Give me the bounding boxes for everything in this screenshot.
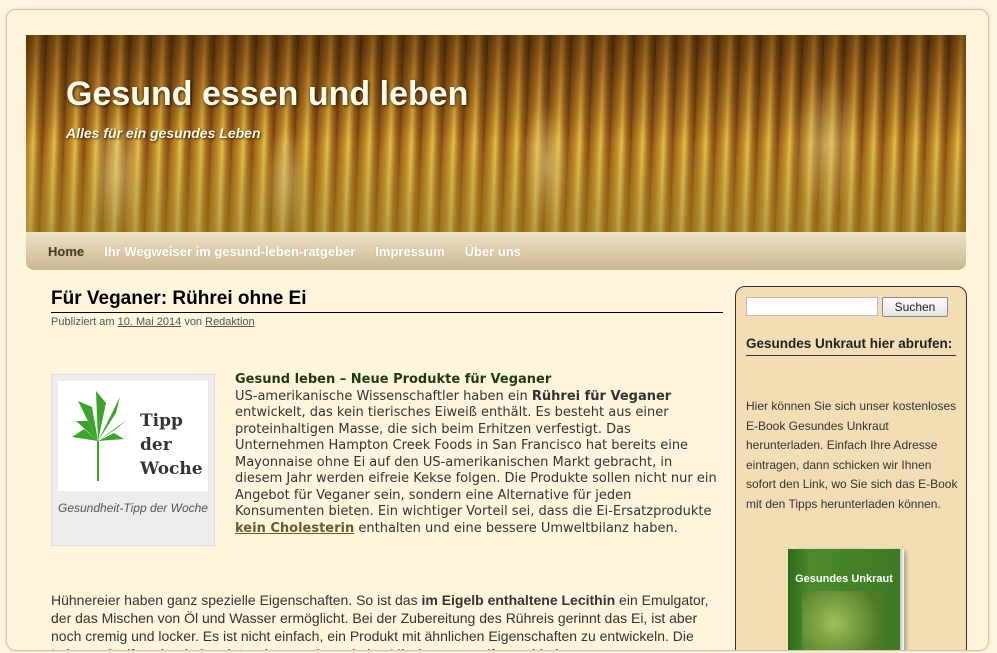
tip-of-week-image: Tipp der Woche [58,381,208,491]
bold-lecithin: im Eigelb enthaltene Lecithin [421,592,616,608]
search-form: Suchen [746,297,948,317]
kein-cholesterin-link[interactable]: kein Cholesterin [235,521,354,536]
site-title[interactable]: Gesund essen und leben [66,75,468,114]
tip-of-week-figure: Tipp der Woche Gesundheit-Tipp der Woche [51,374,215,546]
post-paragraph-2: Hühnereier haben ganz spezielle Eigensch… [51,592,709,650]
sidebar: Suchen Gesundes Unkraut hier abrufen: Hi… [735,286,967,650]
post-body-top: Gesund leben – Neue Produkte für Veganer… [235,372,723,537]
meta-prefix: Publiziert am [51,316,115,328]
post-date-link[interactable]: 10. Mai 2014 [118,316,182,328]
post-author-link[interactable]: Redaktion [205,316,255,328]
tip-image-text: Tipp der Woche [140,411,203,479]
ebook-cover-image[interactable]: Gesundes Unkraut [788,549,900,650]
page-container: Gesund essen und leben Alles für ein ges… [6,9,989,651]
bold-ruehrei: Rührei für Veganer [531,388,672,404]
site-description: Alles für ein gesundes Leben [66,125,261,141]
main-content: Für Veganer: Rührei ohne Ei Publiziert a… [51,288,723,650]
ebook-plant-picture [802,591,882,650]
post-body-bottom: Hühnereier haben ganz spezielle Eigensch… [51,591,723,650]
post-lead: Gesund leben – Neue Produkte für Veganer [235,372,552,387]
meta-by: von [184,316,203,328]
nav-item-home[interactable]: Home [26,244,94,259]
post-paragraph-1: US-amerikanische Wissenschaftler haben e… [235,388,717,536]
main-navigation: Home Ihr Wegweiser im gesund-leben-ratge… [26,232,966,270]
search-button[interactable]: Suchen [882,297,948,317]
widget-text: Hier können Sie sich unser kostenloses E… [746,399,958,511]
nav-item-impressum[interactable]: Impressum [365,244,454,259]
site-header-banner: Gesund essen und leben Alles für ein ges… [26,35,966,232]
post-title[interactable]: Für Veganer: Rührei ohne Ei [51,288,723,313]
ebook-title: Gesundes Unkraut [795,573,893,585]
post-meta: Publiziert am 10. Mai 2014 von Redaktion [51,316,723,328]
tip-caption: Gesundheit-Tipp der Woche [58,501,208,515]
widget-title: Gesundes Unkraut hier abrufen: [746,335,956,356]
nav-item-wegweiser[interactable]: Ihr Wegweiser im gesund-leben-ratgeber [94,244,365,259]
nav-item-ueber-uns[interactable]: Über uns [455,244,531,259]
search-input[interactable] [746,297,878,316]
